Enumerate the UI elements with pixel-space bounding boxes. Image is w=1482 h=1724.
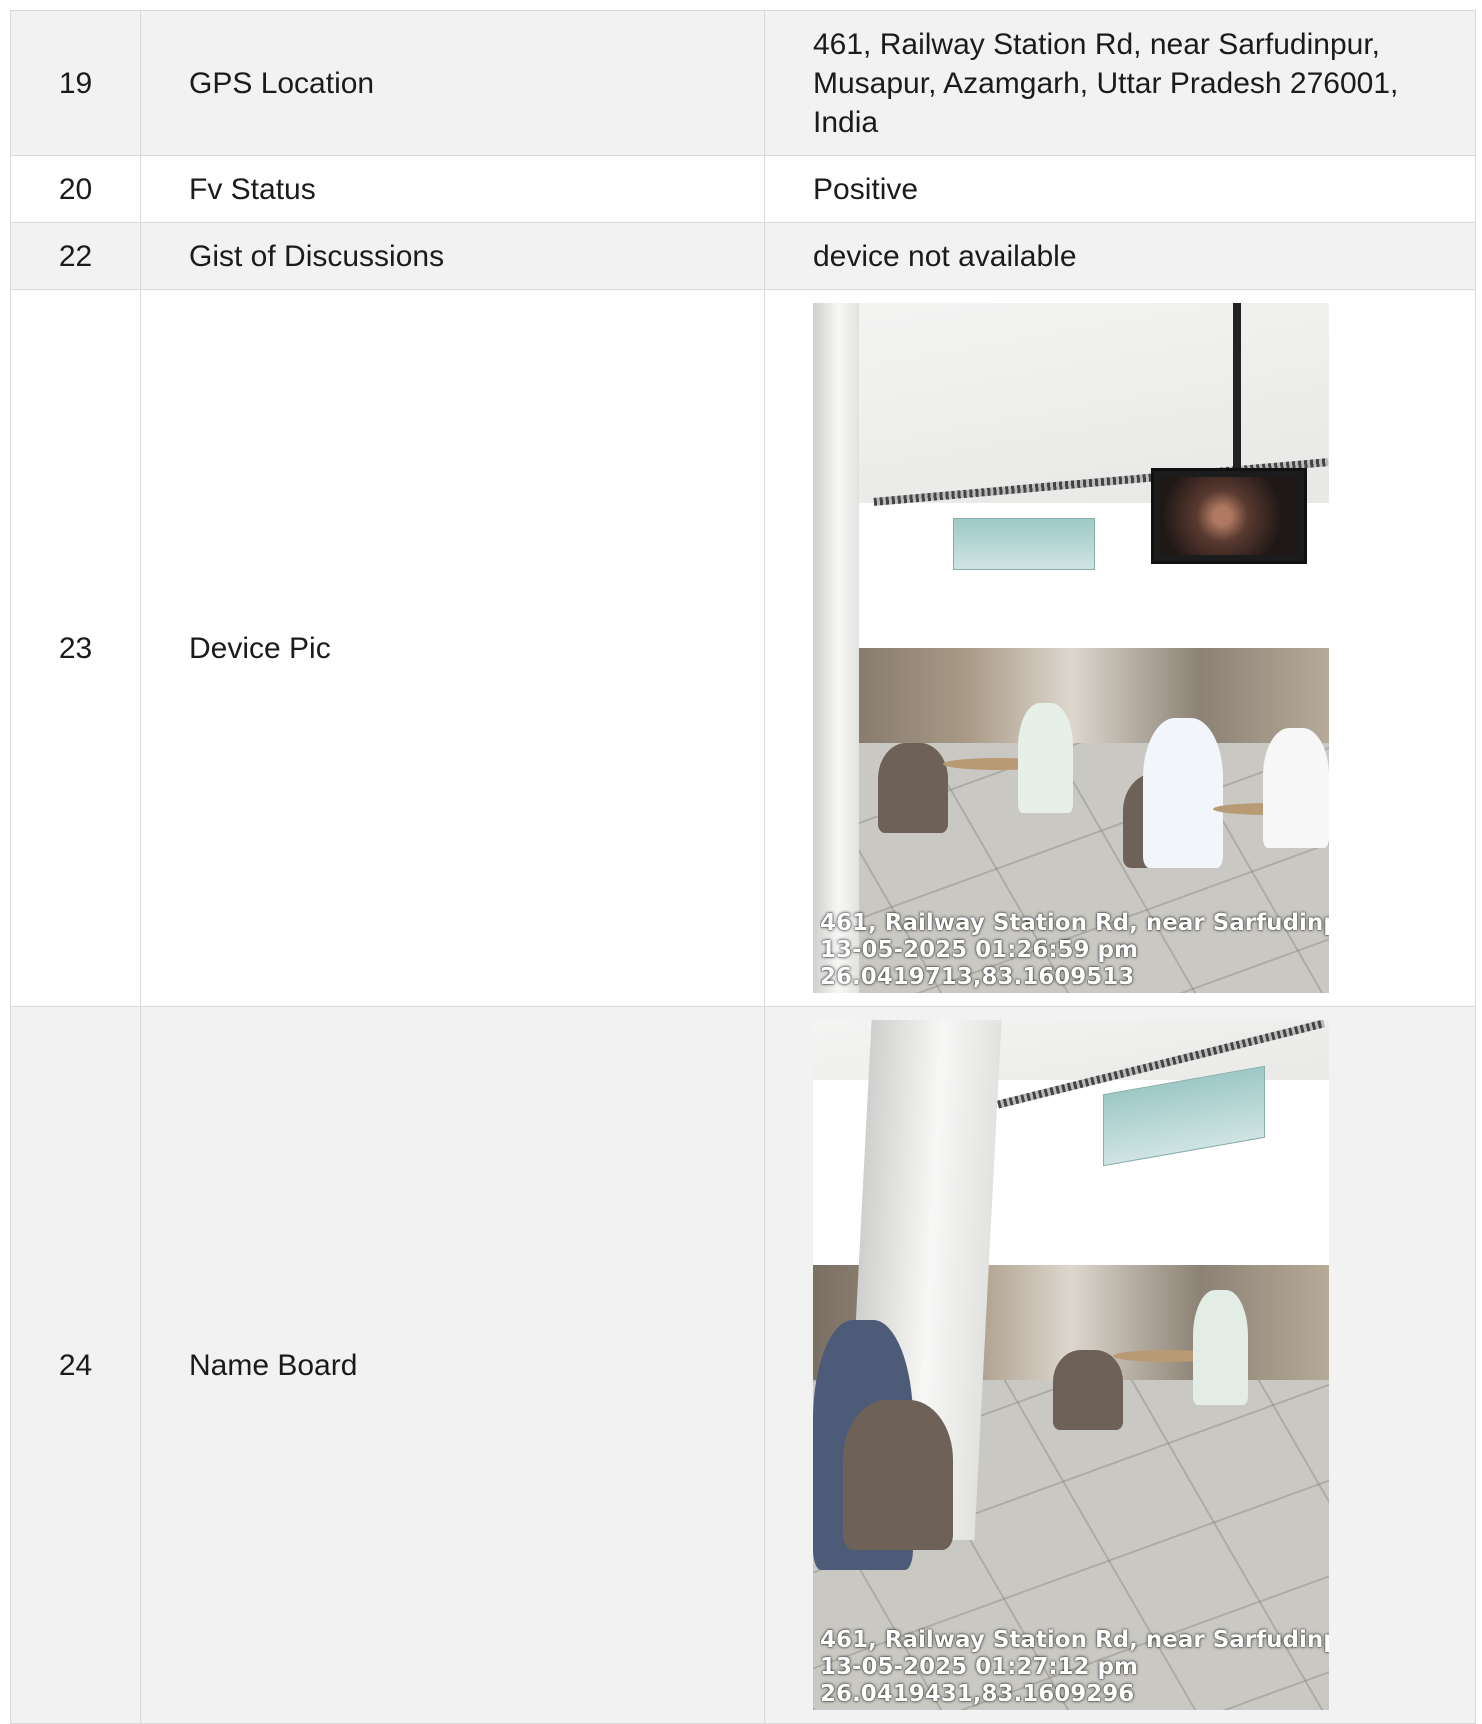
row-label: Gist of Discussions	[140, 222, 765, 290]
row-number: 24	[10, 1006, 141, 1724]
table-row: 20 Fv Status Positive	[10, 155, 1476, 223]
photo-geotag: 461, Railway Station Rd, near Sarfudinpu…	[820, 1627, 1329, 1707]
device-photo[interactable]: 461, Railway Station Rd, near Sarfudinpu…	[813, 303, 1329, 993]
name-board-photo[interactable]: 461, Railway Station Rd, near Sarfudinpu…	[813, 1020, 1329, 1710]
row-number: 23	[10, 289, 141, 1007]
table-row: 24 Name Board 461, Railway Station Rd, n…	[10, 1006, 1476, 1724]
row-number: 20	[10, 155, 141, 223]
row-label: Name Board	[140, 1006, 765, 1724]
row-label: GPS Location	[140, 10, 765, 156]
gps-location-value: 461, Railway Station Rd, near Sarfudinpu…	[764, 10, 1476, 156]
row-label: Device Pic	[140, 289, 765, 1007]
row-number: 19	[10, 10, 141, 156]
table-row: 23 Device Pic 461, Railway Station Rd, n…	[10, 289, 1476, 1007]
name-board-cell: 461, Railway Station Rd, near Sarfudinpu…	[764, 1006, 1476, 1724]
device-pic-cell: 461, Railway Station Rd, near Sarfudinpu…	[764, 289, 1476, 1007]
photo-geotag: 461, Railway Station Rd, near Sarfudinpu…	[820, 910, 1329, 990]
row-label: Fv Status	[140, 155, 765, 223]
tv-screen	[1151, 468, 1307, 564]
gist-of-discussions-value: device not available	[764, 222, 1476, 290]
table-row: 19 GPS Location 461, Railway Station Rd,…	[10, 10, 1476, 156]
fv-status-value: Positive	[764, 155, 1476, 223]
table-row: 22 Gist of Discussions device not availa…	[10, 222, 1476, 290]
field-verification-table: 19 GPS Location 461, Railway Station Rd,…	[10, 10, 1476, 1724]
row-number: 22	[10, 222, 141, 290]
